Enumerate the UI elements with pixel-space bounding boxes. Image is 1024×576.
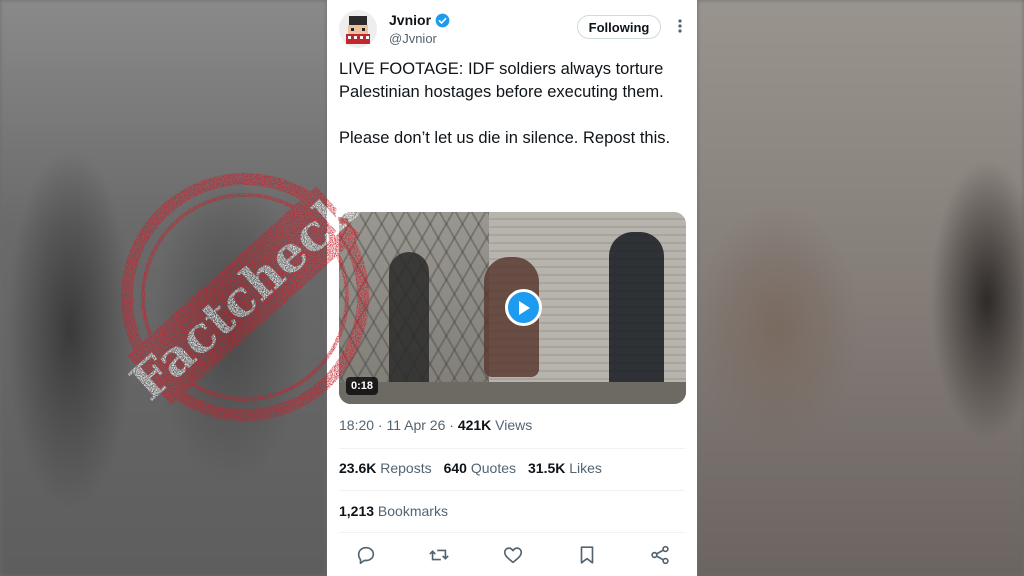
- likes-count: 31.5K: [528, 460, 566, 476]
- share-icon[interactable]: [649, 544, 671, 566]
- likes-label: Likes: [565, 460, 602, 476]
- play-icon: [518, 300, 530, 315]
- factcheck-stamp: Factcheck: [119, 173, 369, 421]
- play-button[interactable]: [505, 289, 542, 326]
- likes-stat[interactable]: 31.5K Likes: [528, 460, 602, 476]
- reposts-count: 23.6K: [339, 460, 377, 476]
- bookmarks-count: 1,213: [339, 503, 375, 519]
- quotes-count: 640: [443, 460, 467, 476]
- avatar-image: [339, 10, 377, 48]
- views-label: Views: [491, 417, 533, 433]
- divider: [339, 448, 685, 449]
- views-count: 421K: [457, 417, 492, 433]
- bookmark-icon[interactable]: [576, 544, 598, 566]
- reposts-label: Reposts: [376, 460, 432, 476]
- stamp-graphic: Factcheck: [119, 173, 369, 421]
- divider: [339, 490, 685, 491]
- user-handle[interactable]: @Jvnior: [389, 31, 437, 46]
- name-row: Jvnior: [389, 12, 450, 28]
- tweet-text: LIVE FOOTAGE: IDF soldiers always tortur…: [339, 58, 689, 173]
- divider: [339, 532, 685, 533]
- tweet-paragraph: LIVE FOOTAGE: IDF soldiers always tortur…: [339, 60, 664, 101]
- more-options-icon[interactable]: [675, 16, 685, 36]
- video-frame-figure: [609, 232, 664, 397]
- display-name[interactable]: Jvnior: [389, 12, 431, 28]
- avatar[interactable]: [339, 10, 377, 48]
- engagement-stats: 23.6K Reposts 640 Quotes 31.5K Likes: [339, 460, 602, 476]
- action-bar: [351, 544, 681, 566]
- repost-icon[interactable]: [428, 544, 450, 566]
- reposts-stat[interactable]: 23.6K Reposts: [339, 460, 432, 476]
- like-icon[interactable]: [502, 544, 524, 566]
- quotes-stat[interactable]: 640 Quotes: [444, 460, 516, 476]
- reply-icon[interactable]: [355, 544, 377, 566]
- bookmarks-stat[interactable]: 1,213 Bookmarks: [339, 503, 448, 519]
- following-button[interactable]: Following: [577, 15, 661, 39]
- bookmarks-label: Bookmarks: [374, 503, 448, 519]
- quotes-label: Quotes: [466, 460, 516, 476]
- verified-badge-icon: [435, 13, 450, 27]
- tweet-header: Jvnior @Jvnior Following: [339, 10, 689, 50]
- tweet-paragraph: Please don’t let us die in silence. Repo…: [339, 129, 671, 147]
- blurred-background-right: [697, 0, 1024, 576]
